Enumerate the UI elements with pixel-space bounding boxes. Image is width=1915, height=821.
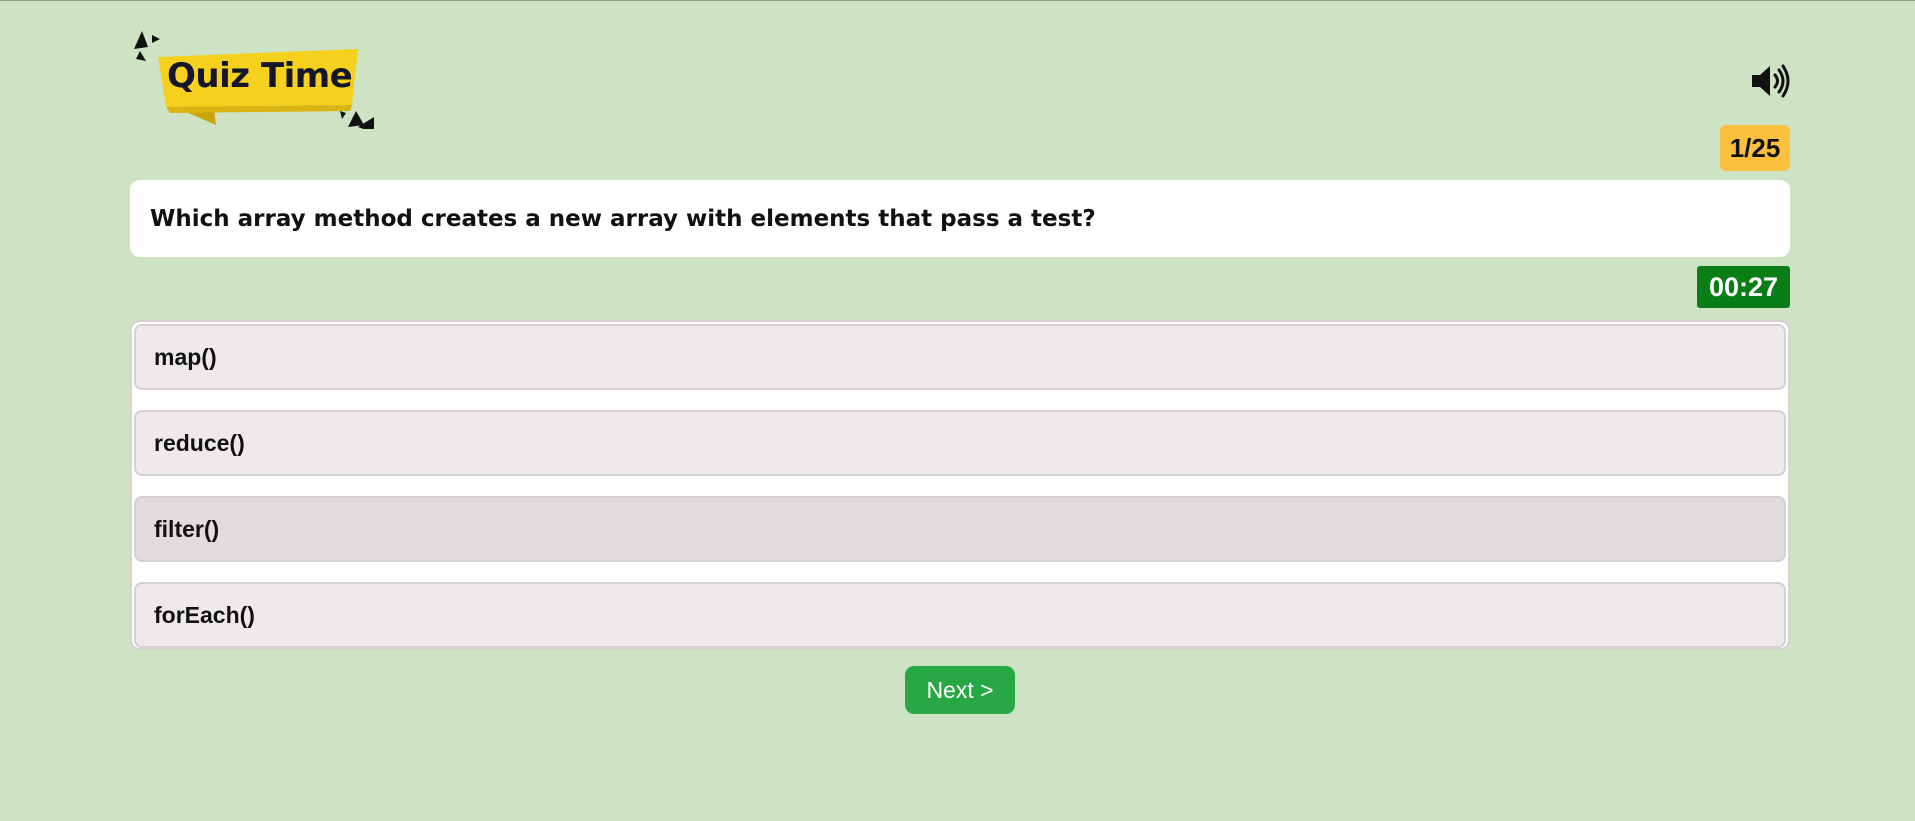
question-counter-badge: 1/25 — [1720, 125, 1790, 171]
answer-option-label: reduce() — [154, 429, 245, 456]
answer-options-list: map() reduce() filter() forEach() — [130, 320, 1790, 650]
next-button[interactable]: Next > — [905, 666, 1015, 714]
answer-option[interactable]: filter() — [134, 496, 1786, 562]
question-label: Which array method creates a new array w… — [150, 205, 1096, 232]
logo-title: Quiz Time — [167, 56, 353, 96]
answer-option[interactable]: map() — [134, 324, 1786, 390]
answer-option-label: map() — [154, 343, 217, 370]
question-text: Which array method creates a new array w… — [130, 180, 1790, 257]
timer-badge: 00:27 — [1697, 266, 1790, 308]
answer-option[interactable]: reduce() — [134, 410, 1786, 476]
answer-option-label: filter() — [154, 515, 220, 542]
answer-option[interactable]: forEach() — [134, 582, 1786, 648]
volume-icon[interactable] — [1750, 63, 1792, 99]
answer-option-label: forEach() — [154, 601, 255, 628]
quiz-time-logo: Quiz Time — [130, 29, 380, 129]
